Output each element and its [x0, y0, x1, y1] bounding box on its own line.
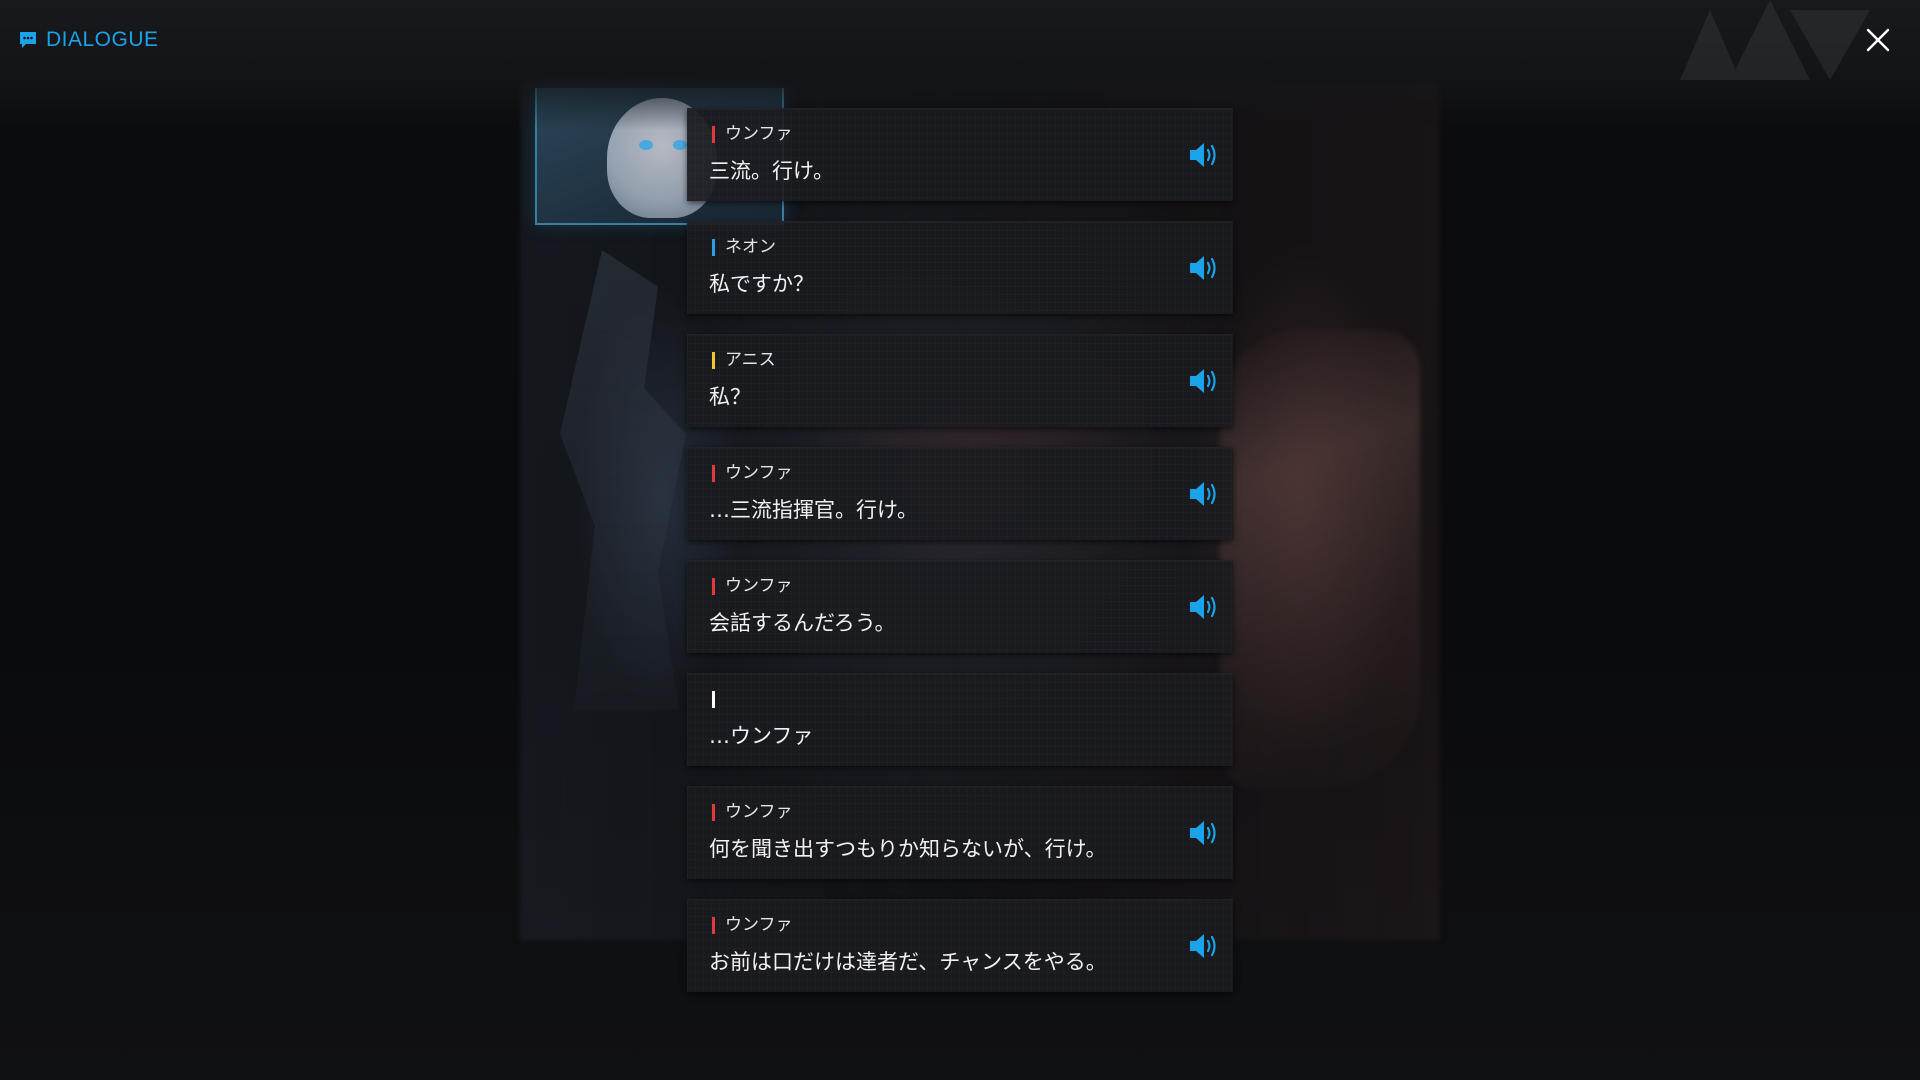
- dialogue-text: …三流指揮官。行け。: [709, 498, 918, 522]
- dialogue-text: お前は口だけは達者だ、チャンスをやる。: [709, 950, 1107, 974]
- speaker-color-bar: [712, 125, 715, 143]
- play-voice-button[interactable]: [1188, 591, 1222, 623]
- speaker-icon: [1190, 369, 1216, 393]
- speaker-icon: [1190, 143, 1216, 167]
- speaker-name: ウンファ: [725, 576, 793, 596]
- speaker-name: ウンファ: [725, 915, 793, 935]
- speaker-row: ウンファ: [712, 463, 793, 483]
- speaker-row: [712, 689, 725, 709]
- dialogue-text: 何を聞き出すつもりか知らないが、行け。: [709, 837, 1107, 861]
- dialogue-entry: ウンファ何を聞き出すつもりか知らないが、行け。: [687, 786, 1233, 879]
- speaker-name: ウンファ: [725, 463, 793, 483]
- speaker-color-bar: [712, 351, 715, 369]
- dialogue-text: 三流。行け。: [709, 159, 834, 183]
- play-voice-button[interactable]: [1188, 478, 1222, 510]
- dialogue-header: DIALOGUE: [18, 28, 159, 52]
- speaker-color-bar: [712, 464, 715, 482]
- dialogue-entry: ウンファお前は口だけは達者だ、チャンスをやる。: [687, 899, 1233, 992]
- dialogue-list: ウンファ 三流。行け。 ネオン 私ですか？ アニス 私？ ウンファ …三流指揮官。行け。 ウンフ…: [687, 108, 1233, 1012]
- dialogue-entry: …ウンファ: [687, 673, 1233, 766]
- speaker-color-bar: [712, 690, 715, 708]
- portrait-eye: [639, 140, 653, 150]
- corner-decoration: [1680, 0, 1870, 80]
- dialogue-text: …ウンファ: [709, 724, 814, 748]
- speaker-row: ウンファ: [712, 576, 793, 596]
- speaker-row: ウンファ: [712, 802, 793, 822]
- speaker-row: ウンファ: [712, 124, 793, 144]
- dialogue-entry: ウンファ会話するんだろう。: [687, 560, 1233, 653]
- close-button[interactable]: [1860, 22, 1896, 58]
- speaker-name: ネオン: [725, 237, 776, 257]
- speaker-icon: [1190, 256, 1216, 280]
- portrait-eye: [673, 140, 687, 150]
- speaker-name: ウンファ: [725, 124, 793, 144]
- speaker-color-bar: [712, 916, 715, 934]
- chat-bubble-icon: [20, 32, 36, 48]
- speaker-row: アニス: [712, 350, 776, 370]
- page-title: DIALOGUE: [46, 28, 159, 51]
- play-voice-button[interactable]: [1188, 365, 1222, 397]
- play-voice-button[interactable]: [1188, 817, 1222, 849]
- play-voice-button[interactable]: [1188, 139, 1222, 171]
- speaker-color-bar: [712, 577, 715, 595]
- speaker-icon: [1190, 482, 1216, 506]
- dialogue-entry: ウンファ三流。行け。: [687, 108, 1233, 201]
- background-character-hair: [1220, 330, 1420, 790]
- play-voice-button[interactable]: [1188, 252, 1222, 284]
- speaker-row: ウンファ: [712, 915, 793, 935]
- dialogue-text: 会話するんだろう。: [709, 611, 896, 635]
- dialogue-log-screen: DIALOGUE ウンファ 三流。行け。 ネオン 私ですか？ アニス 私？ ウンファ …三流指…: [0, 0, 1920, 1080]
- speaker-name: アニス: [725, 350, 776, 370]
- speaker-icon: [1190, 821, 1216, 845]
- dialogue-entry: ネオン私ですか？: [687, 221, 1233, 314]
- speaker-icon: [1190, 595, 1216, 619]
- speaker-color-bar: [712, 803, 715, 821]
- play-voice-button[interactable]: [1188, 930, 1222, 962]
- dialogue-text: 私？: [709, 385, 751, 409]
- dialogue-entry: ウンファ …三流指揮官。行け。: [687, 447, 1233, 540]
- dialogue-entry: アニス私？: [687, 334, 1233, 427]
- close-icon: [1866, 28, 1890, 52]
- speaker-icon: [1190, 934, 1216, 958]
- speaker-row: ネオン: [712, 237, 776, 257]
- dialogue-text: 私ですか？: [709, 272, 814, 296]
- speaker-name: ウンファ: [725, 802, 793, 822]
- speaker-color-bar: [712, 238, 715, 256]
